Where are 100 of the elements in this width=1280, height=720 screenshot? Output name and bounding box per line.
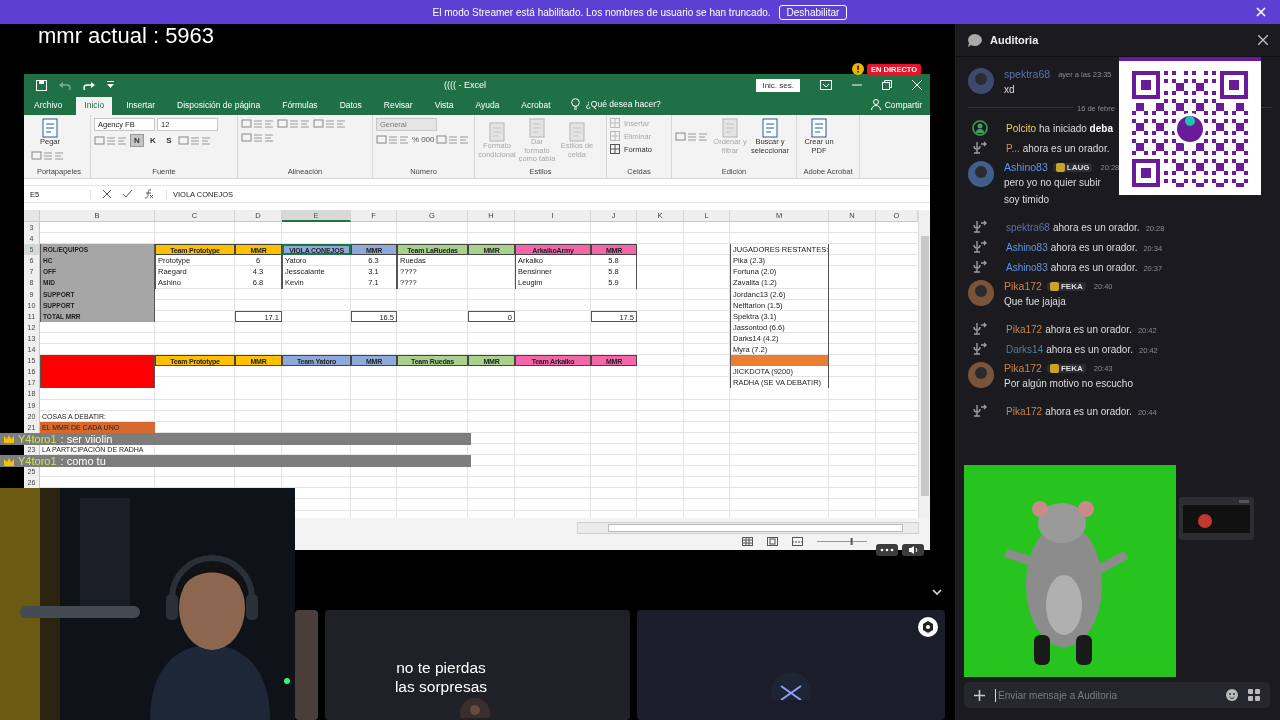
page-break-icon[interactable] [792,537,803,546]
system-message: ahora es un orador. [1052,221,1140,233]
ribbon-tab[interactable]: Acrobat [513,97,559,115]
lightbulb-icon [570,98,580,110]
disable-button[interactable]: Deshabilitar [778,4,848,20]
username[interactable]: spektra68 [1006,221,1050,233]
close-icon[interactable] [1258,35,1268,45]
tag-icon [1049,281,1059,291]
microphone-icon [972,404,988,418]
ribbon-tab[interactable]: Disposición de página [169,97,269,115]
ribbon-tab[interactable]: Ayuda [467,97,508,115]
format-button[interactable]: % [412,135,420,144]
avatar [968,161,994,187]
zoom-slider[interactable] [817,537,867,546]
crown-icon [4,434,14,444]
speaker-icon[interactable] [902,544,924,556]
username[interactable]: spektra68 [1004,68,1051,80]
username[interactable]: Ashino83 [1006,261,1048,273]
format-button[interactable]: 000 [421,135,435,144]
message-text: xd [1004,83,1016,97]
plus-icon[interactable] [974,689,985,701]
system-message: ahora es un orador. [1045,405,1132,417]
video-tile[interactable] [295,610,318,720]
system-message: ahora es un orador. [1045,323,1132,335]
microphone-icon [972,220,988,234]
ribbon-tab[interactable]: Archivo [26,97,71,115]
username[interactable]: Darks14 [1006,343,1044,355]
user-tag: FEKA [1046,363,1086,373]
ribbon-tab[interactable]: Inicio [76,97,113,115]
username[interactable]: Polcito [1006,122,1036,134]
document-icon [568,122,586,143]
ribbon-tab[interactable]: Datos [331,97,370,115]
username[interactable]: Pika172 [1004,280,1042,292]
dropdown-icon[interactable] [107,81,114,89]
document-icon [528,118,546,138]
ribbon-tab[interactable]: Insertar [118,97,163,115]
user-tag: FEKA [1046,281,1086,291]
restore-icon[interactable] [882,80,892,90]
table-cell[interactable] [730,355,829,367]
username[interactable]: Pika172 [1004,362,1042,374]
tag-icon [1049,363,1059,373]
username[interactable]: Ashino83 [1006,241,1048,253]
search-field[interactable]: ¿Qué desea hacer? [585,99,661,109]
format-toggle[interactable]: N [130,134,144,147]
username[interactable]: Pika172 [1006,323,1043,335]
function-icon[interactable] [144,189,154,199]
crown-icon [4,456,14,466]
cancel-icon[interactable] [103,190,111,198]
redo-icon[interactable] [83,80,95,90]
grid-icon [610,144,620,154]
more-icon[interactable] [876,544,898,556]
undo-icon[interactable] [59,80,71,90]
system-message: ahora es un orador. [1022,142,1110,154]
person-icon [870,99,881,110]
avatar [460,698,490,718]
system-message: ahora es un orador. [1050,241,1138,253]
page-layout-icon[interactable] [767,537,778,546]
system-message: ahora es un orador. [1046,343,1133,355]
ribbon-display-icon[interactable] [820,80,832,90]
ribbon-tab[interactable]: Vista [426,97,462,115]
table-cell[interactable] [40,377,155,389]
video-tile[interactable] [637,610,945,720]
check-icon[interactable] [123,190,132,198]
table-cell[interactable] [40,355,155,367]
message-field[interactable]: Enviar mensaje a Auditoria [995,688,1216,702]
emoji-icon[interactable] [1226,689,1238,701]
avatar [968,280,994,306]
scrollbar[interactable] [918,210,930,518]
microphone-icon [972,260,988,274]
username[interactable]: Pika172 [1006,405,1043,417]
warning-icon [852,63,864,75]
apps-icon[interactable] [1248,689,1260,701]
normal-view-icon[interactable] [742,537,753,546]
system-message: ha iniciado deba [1039,122,1113,134]
save-icon[interactable] [36,79,47,91]
microphone-icon [972,322,988,336]
document-icon [488,122,506,143]
scrollbar[interactable] [577,522,919,534]
share-button[interactable]: Compartir [862,99,930,115]
message-text: soy timido [1004,193,1050,207]
microphone-icon [972,240,988,254]
document-icon [810,118,828,138]
username[interactable]: Ashino83 [1004,161,1048,173]
avatar [771,672,811,700]
ribbon-tab[interactable]: Fórmulas [274,97,326,115]
chat-bubble-icon [968,33,982,47]
chevron-down-icon[interactable] [932,589,942,595]
microphone-icon [972,141,988,155]
video-tile[interactable]: no te pierdas las sorpresas [325,610,630,720]
document-icon [721,118,739,138]
user-tag: LAUG [1052,162,1093,172]
sign-in-button[interactable]: Inic. ses. [756,78,800,92]
format-toggle[interactable]: S [162,134,176,147]
broadcast-icon [972,120,988,136]
message-box[interactable]: Enviar mensaje a Auditoria [964,682,1270,708]
username[interactable]: P... [1006,142,1020,154]
ribbon-tab[interactable]: Revisar [375,97,421,115]
grid-icon [610,131,620,141]
format-toggle[interactable]: K [146,134,160,147]
microphone-icon [972,342,988,356]
